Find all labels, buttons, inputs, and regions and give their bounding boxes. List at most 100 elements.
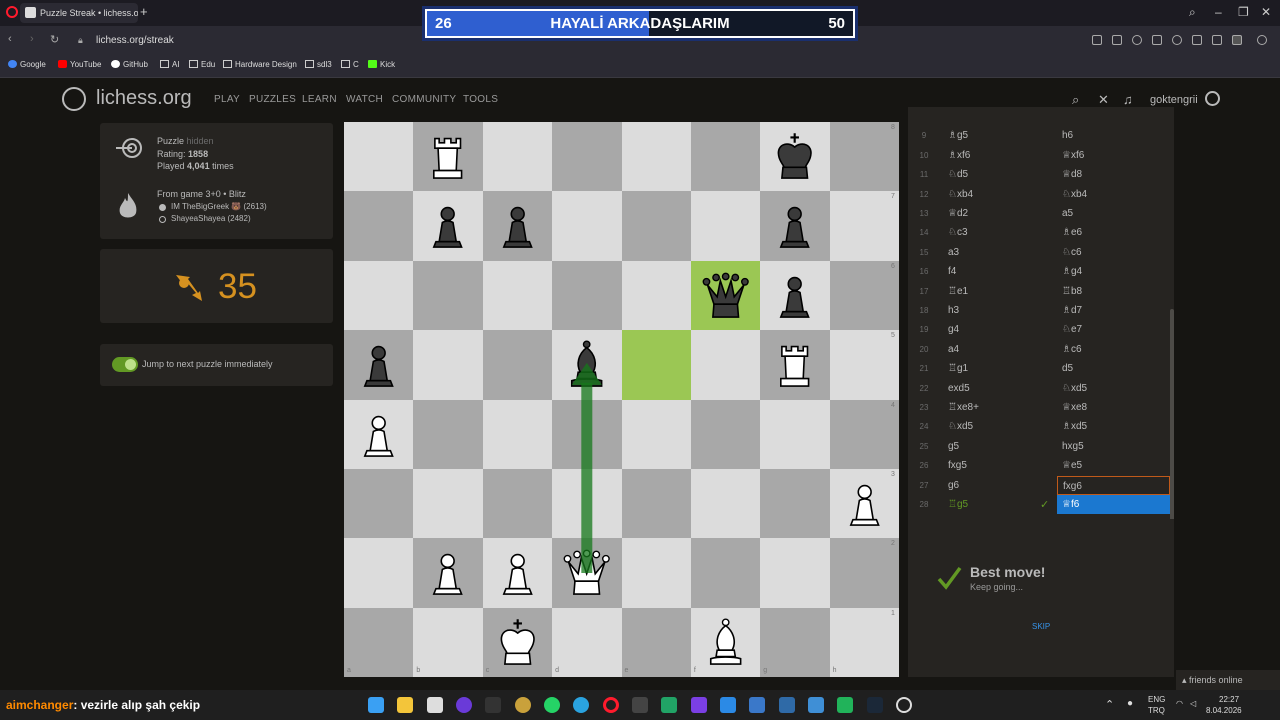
white-move[interactable]: ♖xe8+ — [948, 402, 979, 413]
white-move[interactable]: ♗xf6 — [948, 150, 970, 161]
square-c5[interactable] — [482, 330, 553, 400]
search-icon[interactable]: ⌕ — [1072, 92, 1079, 108]
black-move[interactable]: hxg5 — [1062, 441, 1084, 452]
browser-tab[interactable]: Puzzle Streak • lichess.org — [20, 3, 138, 23]
white-move[interactable]: g5 — [948, 441, 959, 452]
jump-toggle-switch[interactable] — [112, 357, 138, 372]
nav-puzzles[interactable]: PUZZLES — [249, 94, 296, 105]
bookmark-google[interactable]: Google — [8, 60, 46, 69]
square-f3[interactable] — [690, 468, 761, 539]
black-queen-f6[interactable] — [699, 268, 752, 323]
white-move[interactable]: ♕d2 — [948, 208, 968, 219]
black-move[interactable]: ♗g4 — [1062, 266, 1082, 277]
square-e6[interactable] — [621, 260, 691, 331]
white-move[interactable]: ♖g5 — [948, 499, 968, 510]
square-h6[interactable] — [829, 260, 899, 331]
app-icon-6[interactable] — [691, 697, 707, 713]
black-move[interactable]: ♗c6 — [1062, 344, 1082, 355]
telegram-icon[interactable] — [573, 697, 589, 713]
black-move[interactable]: ♗xd5 — [1062, 421, 1087, 432]
black-move[interactable]: ♘c6 — [1062, 247, 1082, 258]
square-a6[interactable] — [344, 260, 414, 331]
square-c6[interactable] — [482, 260, 553, 331]
white-move[interactable]: g6 — [948, 480, 959, 491]
white-pawn-a4[interactable] — [352, 407, 405, 462]
square-e5[interactable] — [621, 330, 691, 400]
bookmark-c[interactable]: C — [341, 60, 359, 69]
nav-community[interactable]: COMMUNITY — [392, 94, 456, 105]
opera-taskbar-icon[interactable] — [603, 697, 619, 713]
black-move[interactable]: ♕e5 — [1062, 460, 1082, 471]
store-icon[interactable] — [427, 697, 443, 713]
square-b3[interactable] — [413, 468, 483, 539]
opera-logo-icon[interactable] — [6, 6, 18, 18]
minimize-icon[interactable]: – — [1215, 5, 1222, 19]
white-move[interactable]: fxg5 — [948, 460, 967, 471]
menu-icon[interactable] — [1212, 35, 1222, 45]
download-icon[interactable] — [1192, 35, 1202, 45]
black-player[interactable]: ShayeaShayea (2482) — [171, 214, 251, 223]
white-rook-b8[interactable] — [421, 129, 474, 184]
black-move[interactable]: ♕xf6 — [1062, 150, 1084, 161]
back-icon[interactable]: ‹ — [8, 33, 12, 45]
square-h5[interactable] — [829, 330, 899, 400]
square-e8[interactable] — [621, 122, 691, 192]
share-icon[interactable] — [1092, 35, 1102, 45]
square-f2[interactable] — [690, 538, 761, 608]
white-bishop-f1[interactable] — [699, 615, 752, 670]
nav-learn[interactable]: LEARN — [302, 94, 337, 105]
square-c4[interactable] — [482, 399, 553, 469]
bookmark-github[interactable]: GitHub — [111, 60, 148, 69]
white-move[interactable]: ♘c3 — [948, 227, 968, 238]
black-move[interactable]: h6 — [1062, 130, 1073, 141]
black-pawn-a5[interactable] — [352, 337, 405, 392]
black-move[interactable]: ♗e6 — [1062, 227, 1082, 238]
app-icon[interactable] — [456, 697, 472, 713]
camera-icon[interactable] — [1112, 35, 1122, 45]
square-e3[interactable] — [621, 468, 691, 539]
black-pawn-c7[interactable] — [491, 198, 544, 253]
app-icon-4[interactable] — [632, 697, 648, 713]
white-move[interactable]: h3 — [948, 305, 959, 316]
black-bishop-d5[interactable] — [560, 337, 613, 392]
black-move[interactable]: a5 — [1062, 208, 1073, 219]
square-d6[interactable] — [552, 260, 622, 331]
white-move[interactable]: a3 — [948, 247, 959, 258]
bookmark-youtube[interactable]: YouTube — [58, 60, 101, 69]
app-icon-9[interactable] — [808, 697, 824, 713]
square-g2[interactable] — [760, 538, 830, 608]
steam-icon[interactable] — [867, 697, 883, 713]
square-a7[interactable] — [344, 191, 414, 261]
play-icon[interactable] — [1152, 35, 1162, 45]
square-e2[interactable] — [621, 538, 691, 608]
app-icon-7[interactable] — [749, 697, 765, 713]
url-field[interactable]: lichess.org/streak — [96, 35, 174, 46]
square-b1[interactable] — [413, 607, 483, 677]
wifi-icon[interactable]: ◠ — [1176, 699, 1183, 708]
lichess-logo-icon[interactable] — [62, 87, 86, 111]
heart-icon[interactable] — [1172, 35, 1182, 45]
square-d1[interactable] — [552, 607, 622, 677]
square-h8[interactable] — [829, 122, 899, 192]
maximize-icon[interactable]: ❐ — [1238, 5, 1249, 19]
white-pawn-h3[interactable] — [838, 476, 891, 531]
square-a2[interactable] — [344, 538, 414, 608]
white-queen-d2[interactable] — [560, 545, 613, 600]
black-pawn-g6[interactable] — [768, 268, 821, 323]
app-icon-2[interactable] — [485, 697, 501, 713]
square-h2[interactable] — [829, 538, 899, 608]
white-pawn-c2[interactable] — [491, 545, 544, 600]
square-a3[interactable] — [344, 468, 414, 539]
black-pawn-b7[interactable] — [421, 198, 474, 253]
lang-top[interactable]: ENG — [1148, 695, 1165, 704]
tray-expand-icon[interactable]: ⌃ — [1105, 698, 1114, 711]
bookmark-edu[interactable]: Edu — [189, 60, 215, 69]
nav-tools[interactable]: TOOLS — [463, 94, 498, 105]
square-h7[interactable] — [829, 191, 899, 261]
app-icon-8[interactable] — [779, 697, 795, 713]
white-king-c1[interactable] — [491, 615, 544, 670]
black-move[interactable]: ♕d8 — [1062, 169, 1082, 180]
square-h1[interactable] — [829, 607, 899, 677]
square-f5[interactable] — [690, 330, 761, 400]
bell-icon[interactable]: ♫︎ — [1123, 92, 1133, 107]
